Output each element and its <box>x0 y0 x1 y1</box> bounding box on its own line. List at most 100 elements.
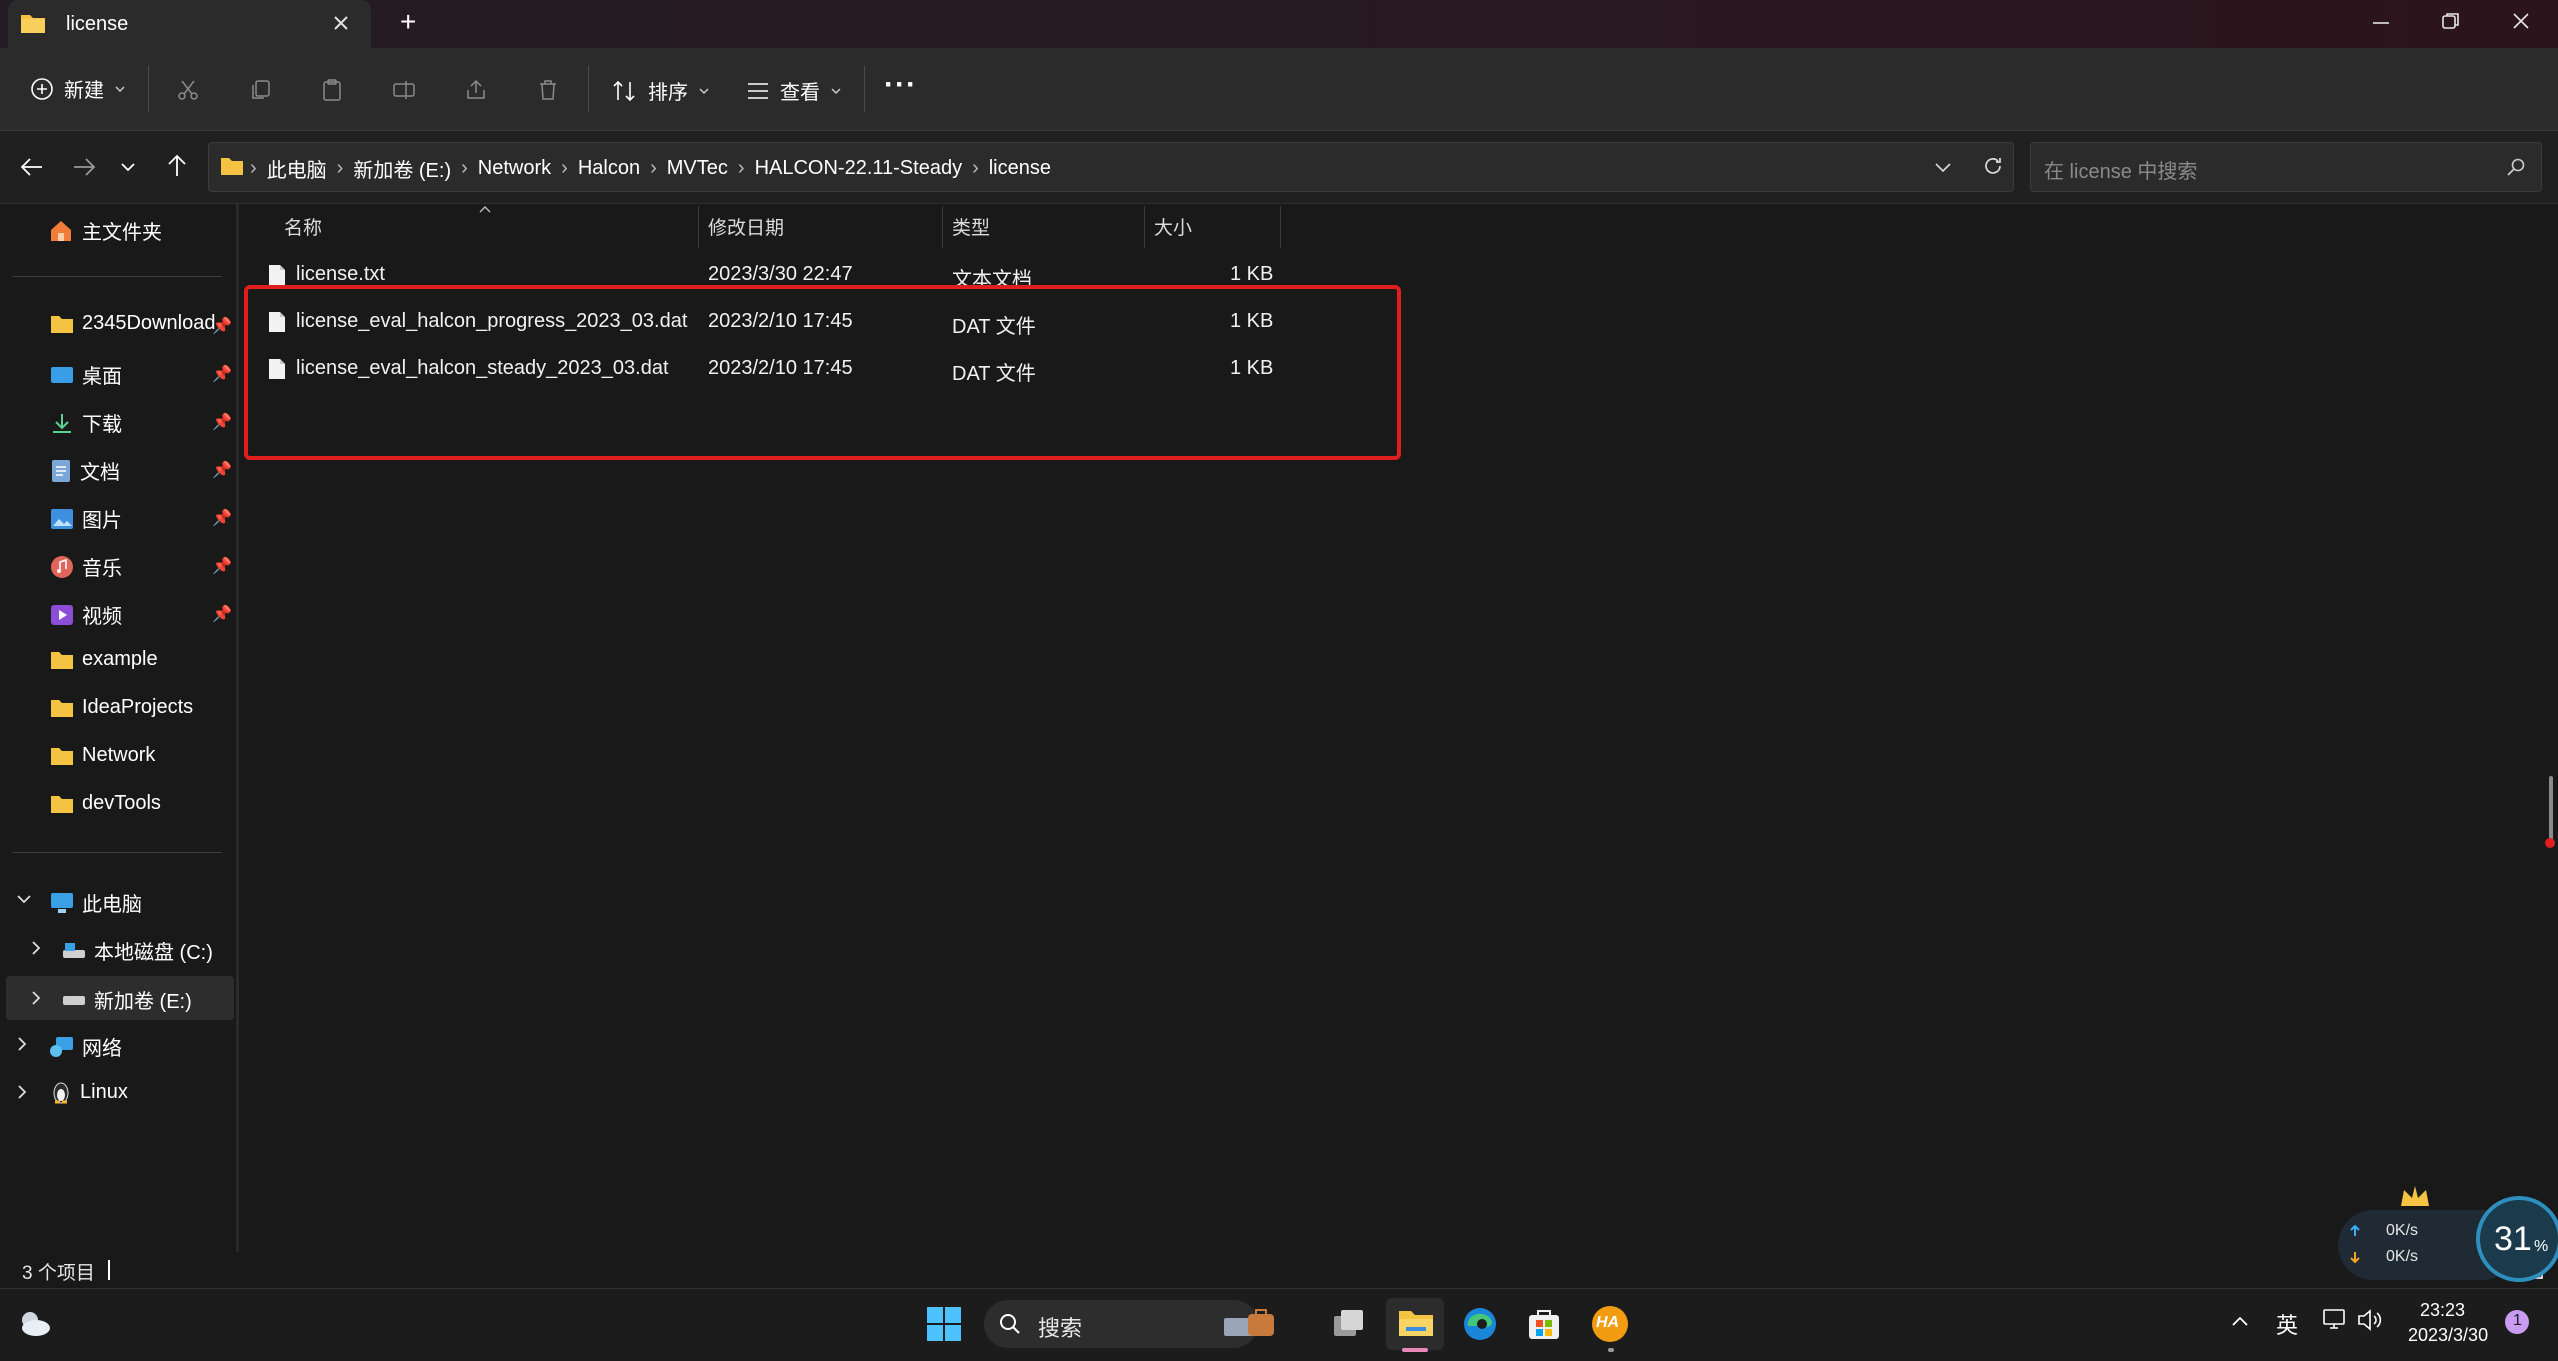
breadcrumb-drive-e[interactable]: 新加卷 (E:) <box>343 154 461 183</box>
chevron-down-icon <box>115 85 125 92</box>
edge-browser-icon[interactable] <box>1462 1306 1498 1342</box>
minimize-icon[interactable] <box>2370 12 2392 34</box>
chevron-right-icon[interactable] <box>30 990 42 1006</box>
breadcrumb-this-pc[interactable]: 此电脑 <box>257 154 337 183</box>
pin-icon[interactable]: 📌 <box>212 460 232 480</box>
pin-icon[interactable]: 📌 <box>212 316 232 336</box>
breadcrumb: › 此电脑 › 新加卷 (E:) › Network › Halcon › MV… <box>250 154 1061 183</box>
breadcrumb-halcon[interactable]: Halcon <box>568 157 650 180</box>
sidebar-item-home[interactable]: 主文件夹 <box>48 216 162 245</box>
sidebar-item-drive-c[interactable]: 本地磁盘 (C:) <box>62 936 213 965</box>
sidebar-item-2345download[interactable]: 2345Download <box>50 312 215 335</box>
sort-icon <box>613 80 635 101</box>
clock-date[interactable]: 2023/3/30 <box>2408 1325 2488 1346</box>
new-button[interactable]: 新建 <box>30 74 126 103</box>
microsoft-store-icon[interactable] <box>1526 1306 1562 1342</box>
sort-button[interactable]: 排序 <box>612 76 710 105</box>
pin-icon[interactable]: 📌 <box>212 508 232 528</box>
sidebar-item-videos[interactable]: 视频 <box>50 600 122 629</box>
chevron-right-icon[interactable]: › <box>461 157 468 180</box>
folder-icon <box>51 651 73 669</box>
upload-arrow-icon <box>2348 1224 2362 1238</box>
download-speed: 0K/s <box>2386 1248 2419 1265</box>
pin-icon[interactable]: 📌 <box>212 556 232 576</box>
ime-indicator[interactable]: 英 <box>2276 1308 2298 1340</box>
chevron-right-icon[interactable]: › <box>972 157 979 180</box>
pin-icon[interactable]: 📌 <box>212 604 232 624</box>
chevron-right-icon[interactable]: › <box>561 157 568 180</box>
up-arrow-icon[interactable] <box>166 154 188 178</box>
sidebar-item-devtools[interactable]: devTools <box>50 792 161 815</box>
refresh-icon[interactable] <box>1982 155 2004 177</box>
pin-icon[interactable]: 📌 <box>212 412 232 432</box>
paste-icon[interactable] <box>320 78 344 102</box>
column-header-size[interactable]: 大小 <box>1154 213 1192 240</box>
close-tab-icon[interactable] <box>330 12 352 34</box>
breadcrumb-halcon-steady[interactable]: HALCON-22.11-Steady <box>745 157 973 180</box>
recent-locations-chevron-icon[interactable] <box>120 160 136 174</box>
sidebar-item-ideaprojects[interactable]: IdeaProjects <box>50 696 193 719</box>
chevron-right-icon[interactable] <box>16 1084 28 1100</box>
copy-icon[interactable] <box>248 78 272 102</box>
sidebar-item-desktop[interactable]: 桌面 <box>50 360 122 389</box>
column-divider[interactable] <box>698 206 699 248</box>
sidebar-item-downloads[interactable]: 下载 <box>50 408 122 437</box>
sidebar-item-label: IdeaProjects <box>82 696 194 718</box>
computer-icon <box>51 892 73 913</box>
clock-time[interactable]: 23:23 <box>2420 1300 2465 1321</box>
chevron-right-icon[interactable]: › <box>650 157 657 180</box>
column-divider[interactable] <box>942 206 943 248</box>
more-options-button[interactable]: ··· <box>884 68 917 102</box>
pin-icon[interactable]: 📌 <box>212 364 232 384</box>
column-divider[interactable] <box>1144 206 1145 248</box>
sidebar-item-music[interactable]: 音乐 <box>50 552 122 581</box>
search-icon <box>2506 157 2526 177</box>
new-tab-button[interactable]: + <box>400 6 416 38</box>
sidebar-item-pictures[interactable]: 图片 <box>50 504 122 533</box>
restore-icon[interactable] <box>2440 10 2462 32</box>
weather-icon[interactable] <box>16 1308 52 1338</box>
sidebar-item-network[interactable]: 网络 <box>50 1032 122 1061</box>
view-button[interactable]: 查看 <box>746 76 842 105</box>
task-view-icon[interactable] <box>1332 1308 1366 1340</box>
column-header-name[interactable]: 名称 <box>284 213 322 240</box>
breadcrumb-network[interactable]: Network <box>468 157 561 180</box>
rename-icon[interactable] <box>392 78 416 102</box>
forward-arrow-icon[interactable] <box>72 156 96 178</box>
share-icon[interactable] <box>464 78 488 102</box>
sidebar-item-network-folder[interactable]: Network <box>50 744 155 767</box>
tray-overflow-chevron-icon[interactable] <box>2230 1314 2250 1328</box>
delete-icon[interactable] <box>536 78 560 102</box>
tab-license[interactable] <box>8 0 371 50</box>
sidebar-item-this-pc[interactable]: 此电脑 <box>50 888 142 917</box>
folder-icon <box>220 156 244 176</box>
sidebar-item-example[interactable]: example <box>50 648 158 671</box>
cut-icon[interactable] <box>176 78 200 102</box>
chevron-down-icon[interactable] <box>16 893 32 905</box>
file-modified: 2023/3/30 22:47 <box>708 263 853 285</box>
file-explorer-icon[interactable] <box>1398 1308 1434 1338</box>
breadcrumb-mvtec[interactable]: MVTec <box>657 157 738 180</box>
sidebar-divider <box>12 276 222 277</box>
network-status-icon[interactable] <box>2322 1308 2348 1332</box>
column-header-modified[interactable]: 修改日期 <box>708 213 784 240</box>
pane-splitter[interactable] <box>236 204 239 1252</box>
back-arrow-icon[interactable] <box>20 156 44 178</box>
column-header-type[interactable]: 类型 <box>952 213 990 240</box>
sidebar-item-linux[interactable]: Linux <box>50 1080 128 1104</box>
start-windows-icon[interactable] <box>926 1306 962 1342</box>
scrollbar-thumb[interactable] <box>2549 776 2553 846</box>
address-dropdown-icon[interactable] <box>1934 160 1952 174</box>
volume-icon[interactable] <box>2356 1308 2382 1332</box>
sidebar-item-documents[interactable]: 文档 <box>50 456 120 485</box>
chevron-right-icon[interactable] <box>30 940 42 956</box>
column-divider[interactable] <box>1280 206 1281 248</box>
chevron-right-icon[interactable]: › <box>738 157 745 180</box>
taskbar-search-box[interactable] <box>984 1300 1258 1348</box>
breadcrumb-license[interactable]: license <box>979 157 1061 180</box>
search-input[interactable]: 在 license 中搜索 <box>2044 155 2197 184</box>
close-window-icon[interactable] <box>2510 10 2532 32</box>
sidebar-item-drive-e[interactable]: 新加卷 (E:) <box>62 985 192 1014</box>
chevron-right-icon[interactable] <box>16 1036 28 1052</box>
chevron-right-icon[interactable]: › <box>337 157 344 180</box>
